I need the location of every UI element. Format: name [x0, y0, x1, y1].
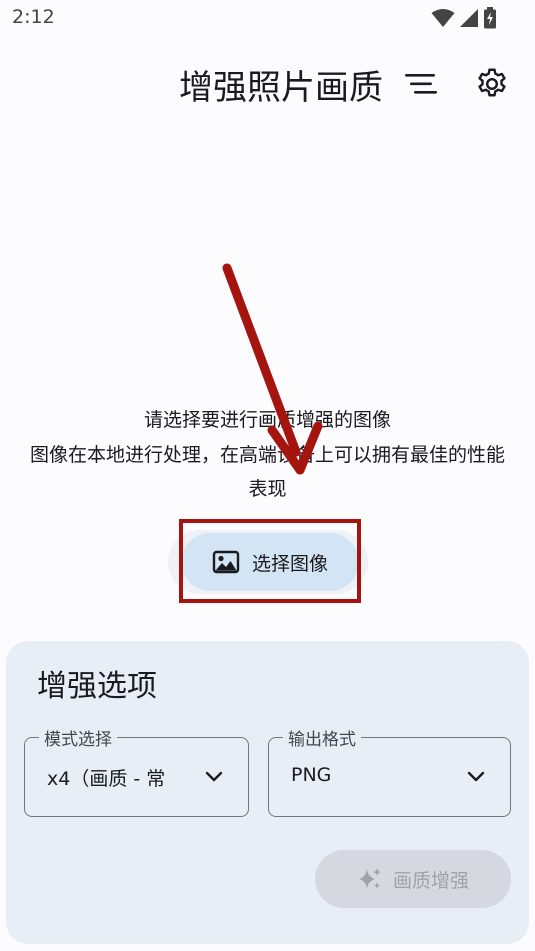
image-icon [212, 550, 240, 574]
app-bar: 增强照片画质 [0, 50, 535, 118]
hint-text-secondary: 图像在本地进行处理，在高端设备上可以拥有最佳的性能 [29, 444, 505, 466]
settings-button[interactable] [468, 60, 516, 108]
select-image-button[interactable]: 选择图像 [181, 533, 359, 591]
battery-charging-icon [484, 7, 496, 29]
sparkle-icon [358, 868, 381, 889]
output-format-label: 输出格式 [283, 725, 361, 750]
select-image-label: 选择图像 [251, 552, 328, 575]
mode-select-value: x4（画质 - 常 [47, 768, 166, 790]
output-format-value: PNG [291, 764, 332, 786]
output-format-select[interactable]: 输出格式 PNG [268, 725, 511, 817]
options-title: 增强选项 [37, 669, 157, 704]
status-bar: 2:12 [0, 0, 535, 36]
enhance-options-card: 增强选项 模式选择 x4（画质 - 常 输出格式 PNG 画质增强 [6, 641, 529, 944]
page-title: 增强照片画质 [179, 68, 383, 108]
chevron-down-icon [467, 771, 485, 782]
enhance-button[interactable]: 画质增强 [315, 850, 511, 908]
mode-select[interactable]: 模式选择 x4（画质 - 常 [24, 725, 249, 817]
sort-icon [405, 74, 437, 94]
mode-select-label: 模式选择 [39, 725, 117, 750]
status-time: 2:12 [12, 6, 55, 28]
enhance-button-label: 画质增强 [392, 869, 469, 892]
hint-text-primary: 请选择要进行画质增强的图像 [143, 409, 391, 431]
wifi-icon [431, 9, 455, 27]
hint-text-secondary-continued: 表现 [248, 478, 287, 500]
signal-icon [460, 9, 478, 27]
gear-icon [478, 68, 506, 97]
sort-button[interactable] [397, 60, 445, 108]
chevron-down-icon [205, 771, 223, 782]
status-icons [431, 7, 497, 29]
